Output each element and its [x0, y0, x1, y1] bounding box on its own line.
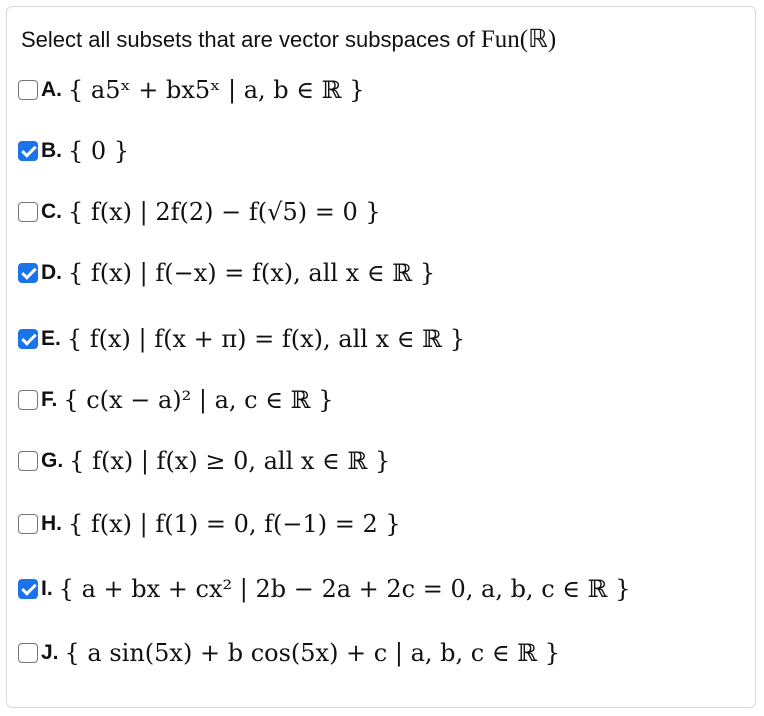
option-letter-a: A.: [41, 78, 62, 101]
option-f[interactable]: F. { c(x − a)² | a, c ∈ ℝ }: [18, 376, 333, 424]
checkbox-d[interactable]: [18, 263, 38, 283]
checkbox-j[interactable]: [18, 643, 38, 663]
option-letter-h: H.: [41, 512, 62, 535]
option-letter-c: C.: [41, 200, 62, 223]
checkbox-f[interactable]: [18, 390, 38, 410]
question-prefix: Select all subsets that are vector subsp…: [21, 27, 481, 52]
checkbox-g[interactable]: [18, 451, 38, 471]
option-math-a: { a5ˣ + bx5ˣ | a, b ∈ ℝ }: [68, 76, 365, 104]
option-e[interactable]: E. { f(x) | f(x + π) = f(x), all x ∈ ℝ }: [18, 315, 465, 363]
option-letter-b: B.: [41, 139, 62, 162]
option-math-d: { f(x) | f(−x) = f(x), all x ∈ ℝ }: [68, 259, 436, 287]
option-math-g: { f(x) | f(x) ≥ 0, all x ∈ ℝ }: [69, 447, 391, 475]
option-letter-d: D.: [41, 261, 62, 284]
option-math-e: { f(x) | f(x + π) = f(x), all x ∈ ℝ }: [66, 325, 465, 353]
checkbox-a[interactable]: [18, 80, 38, 100]
option-letter-e: E.: [41, 327, 61, 350]
option-b[interactable]: B. { 0 }: [18, 127, 129, 175]
checkbox-i[interactable]: [18, 579, 38, 599]
option-math-j: { a sin(5x) + b cos(5x) + c | a, b, c ∈ …: [64, 639, 561, 667]
checkbox-b[interactable]: [18, 141, 38, 161]
option-letter-g: G.: [41, 449, 64, 472]
option-j[interactable]: J. { a sin(5x) + b cos(5x) + c | a, b, c…: [18, 629, 560, 677]
option-letter-i: I.: [41, 577, 53, 600]
option-g[interactable]: G. { f(x) | f(x) ≥ 0, all x ∈ ℝ }: [18, 437, 390, 485]
option-c[interactable]: C. { f(x) | 2f(2) − f(√5) = 0 }: [18, 188, 381, 236]
option-letter-f: F.: [41, 388, 58, 411]
checkbox-e[interactable]: [18, 329, 38, 349]
option-math-f: { c(x − a)² | a, c ∈ ℝ }: [63, 386, 334, 414]
option-a[interactable]: A. { a5ˣ + bx5ˣ | a, b ∈ ℝ }: [18, 66, 365, 114]
option-d[interactable]: D. { f(x) | f(−x) = f(x), all x ∈ ℝ }: [18, 249, 435, 297]
checkbox-h[interactable]: [18, 514, 38, 534]
option-math-h: { f(x) | f(1) = 0, f(−1) = 2 }: [68, 510, 401, 538]
option-letter-j: J.: [41, 641, 59, 664]
question-text: Select all subsets that are vector subsp…: [21, 24, 556, 54]
function-space-label: Fun(ℝ): [480, 26, 557, 53]
option-math-i: { a + bx + cx² | 2b − 2a + 2c = 0, a, b,…: [58, 575, 631, 603]
option-math-c: { f(x) | 2f(2) − f(√5) = 0 }: [68, 198, 381, 226]
option-h[interactable]: H. { f(x) | f(1) = 0, f(−1) = 2 }: [18, 500, 401, 548]
option-math-b: { 0 }: [68, 137, 130, 165]
option-i[interactable]: I. { a + bx + cx² | 2b − 2a + 2c = 0, a,…: [18, 565, 631, 613]
checkbox-c[interactable]: [18, 202, 38, 222]
